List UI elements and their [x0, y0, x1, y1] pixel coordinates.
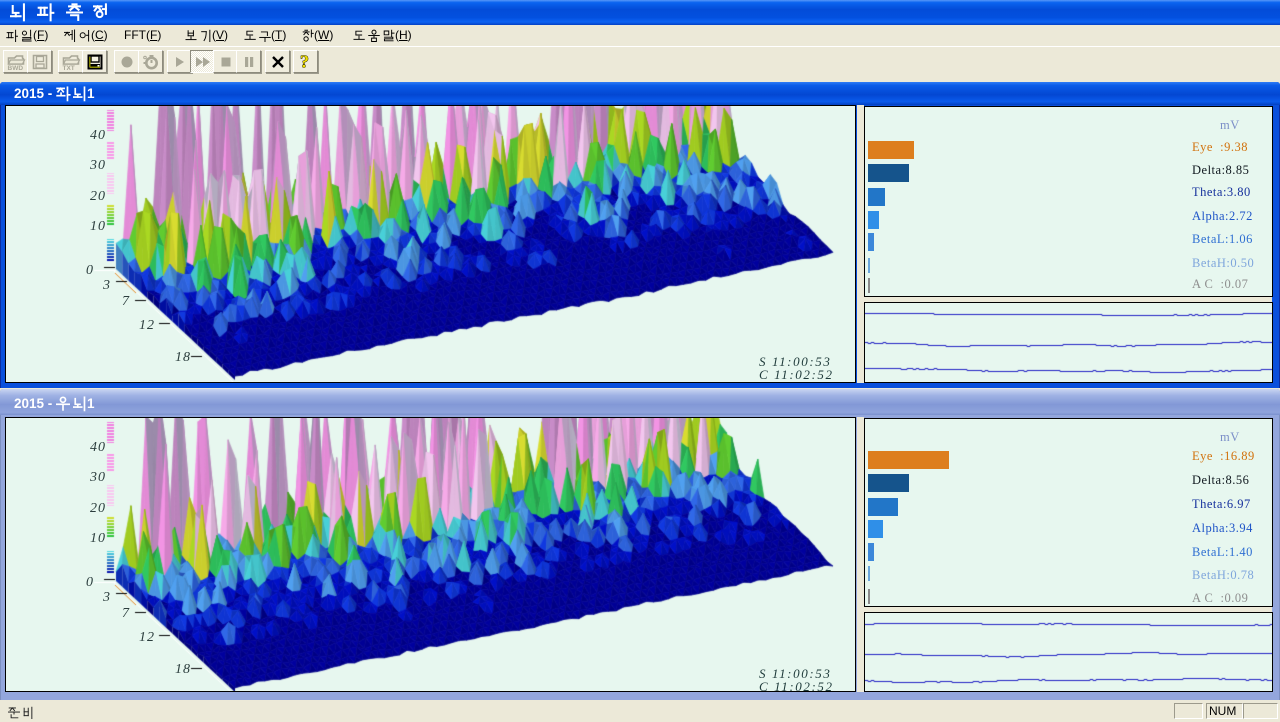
svg-text:TXT: TXT [62, 65, 74, 70]
svg-text:?: ? [300, 52, 309, 71]
svg-text:BWD: BWD [7, 65, 23, 70]
